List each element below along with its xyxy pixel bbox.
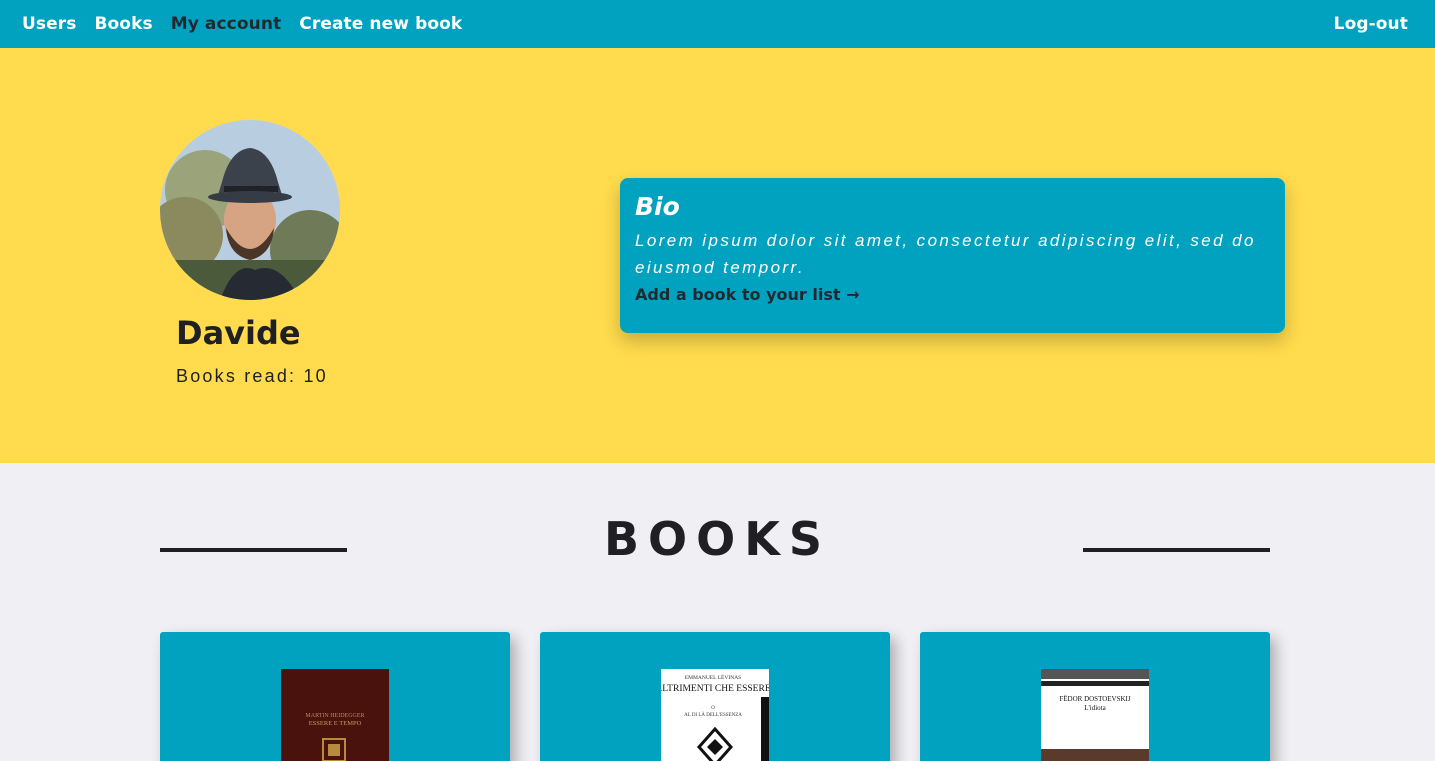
bio-title: Bio (635, 192, 680, 221)
nav-links: Users Books My account Create new book (22, 14, 462, 34)
nav-create-book-link[interactable]: Create new book (299, 14, 462, 34)
top-navbar: Users Books My account Create new book L… (0, 0, 1435, 48)
avatar-photo (160, 120, 340, 300)
add-book-link[interactable]: Add a book to your list → (635, 285, 859, 304)
books-read-count: Books read: 10 (176, 366, 328, 386)
bio-card: Bio Lorem ipsum dolor sit amet, consecte… (620, 178, 1285, 333)
cover-title: L'idiota (1084, 704, 1106, 712)
profile-hero: Davide Books read: 10 Bio Lorem ipsum do… (0, 48, 1435, 463)
book-card[interactable]: EMMANUEL LÉVINAS ALTRIMENTI CHE ESSERE O… (540, 632, 890, 761)
bio-text: Lorem ipsum dolor sit amet, consectetur … (635, 231, 1256, 277)
logout-link[interactable]: Log-out (1334, 14, 1408, 34)
book-cover: EMMANUEL LÉVINAS ALTRIMENTI CHE ESSERE O… (661, 669, 769, 761)
nav-my-account-link[interactable]: My account (171, 14, 282, 34)
cover-author: EMMANUEL LÉVINAS (685, 673, 741, 681)
cover-subtitle: AL DI LÀ DELL'ESSENZA (684, 712, 742, 718)
book-cover: FËDOR DOSTOEVSKIJ L'idiota (1041, 669, 1149, 761)
nav-users-link[interactable]: Users (22, 14, 76, 34)
books-section-title: BOOKS (603, 512, 832, 566)
cover-author: FËDOR DOSTOEVSKIJ (1059, 695, 1131, 703)
cover-title: ESSERE E TEMPO (309, 720, 362, 727)
book-cover: MARTIN HEIDEGGER ESSERE E TEMPO (281, 669, 389, 761)
book-card[interactable]: MARTIN HEIDEGGER ESSERE E TEMPO (160, 632, 510, 761)
cover-subtitle-o: O (711, 706, 715, 711)
cover-author: MARTIN HEIDEGGER (305, 713, 364, 719)
cover-title: ALTRIMENTI CHE ESSERE (661, 684, 769, 694)
nav-books-link[interactable]: Books (94, 14, 152, 34)
heading-divider-right (1083, 548, 1270, 552)
user-name: Davide (176, 314, 301, 352)
avatar (160, 120, 340, 300)
book-card[interactable]: FËDOR DOSTOEVSKIJ L'idiota (920, 632, 1270, 761)
